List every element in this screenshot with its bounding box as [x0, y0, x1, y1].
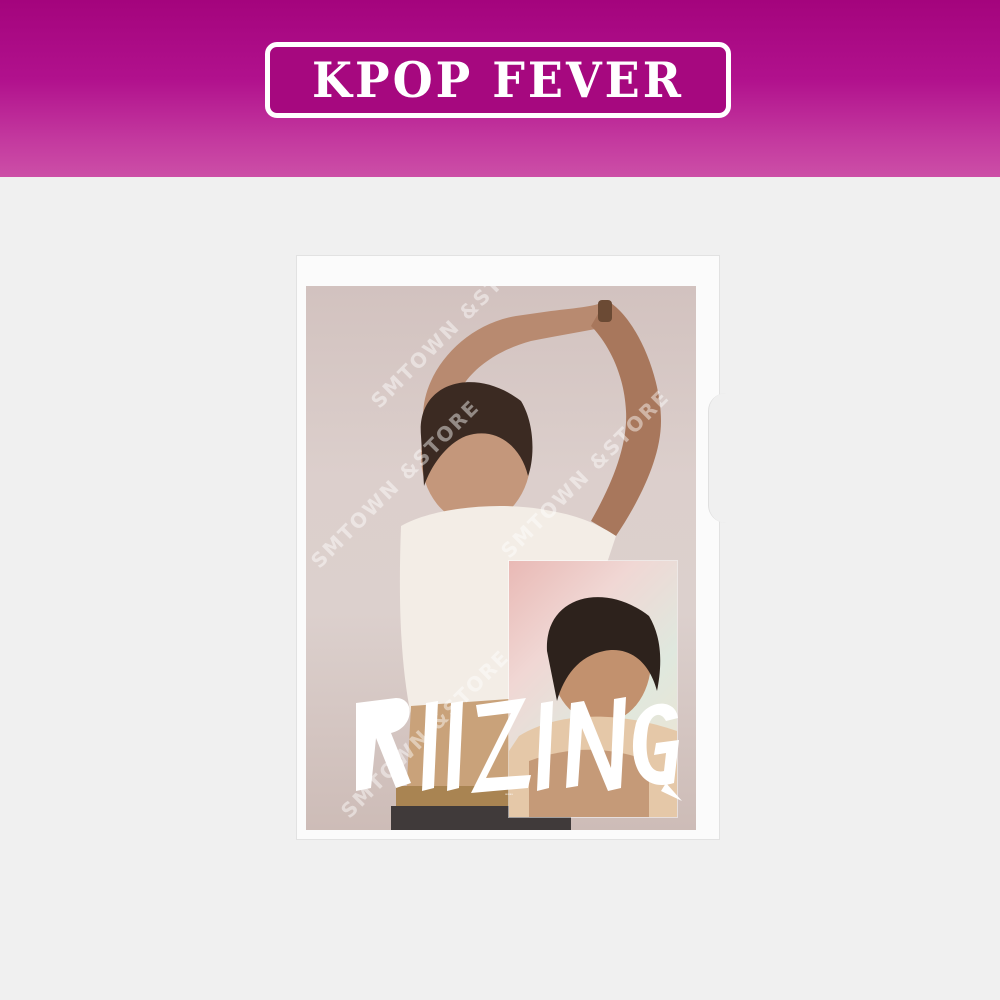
product-image-page: KPOP FEVER SMTOWN &STORE SMTOWN &STORE S… [0, 0, 1000, 1000]
riizing-logo-text: RIIZING [505, 794, 513, 796]
store-logo-text: KPOP FEVER [312, 51, 684, 109]
riizing-logo-artwork: RIIZING [336, 697, 682, 801]
folder-notch [708, 393, 733, 523]
store-banner: KPOP FEVER [0, 0, 1000, 177]
store-logo[interactable]: KPOP FEVER [265, 42, 731, 118]
